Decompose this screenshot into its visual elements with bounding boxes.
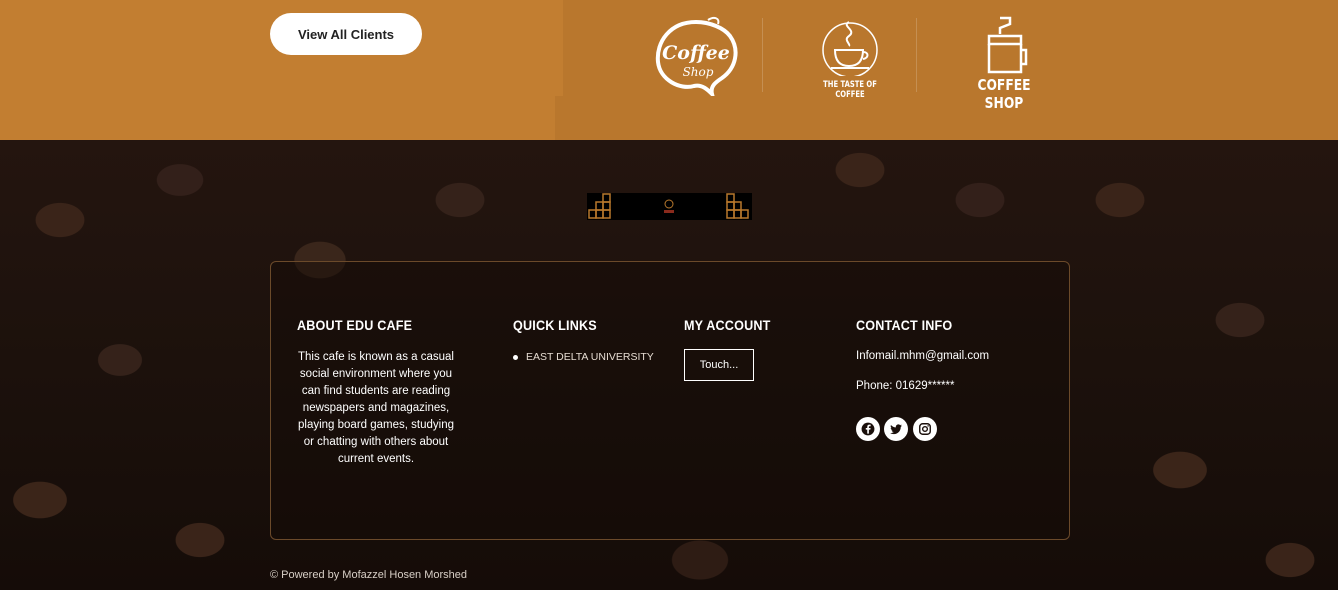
emblem-icon bbox=[587, 193, 752, 220]
contact-email[interactable]: Infomail.mhm@gmail.com bbox=[856, 350, 989, 362]
bullet-icon bbox=[513, 354, 518, 360]
coffee-cup-swirl-icon: Coffee Shop bbox=[655, 16, 738, 101]
about-text: This cafe is known as a casual social en… bbox=[298, 351, 454, 465]
my-account-title: MY ACCOUNT bbox=[684, 317, 771, 333]
instagram-icon[interactable] bbox=[913, 417, 937, 441]
facebook-icon[interactable] bbox=[856, 417, 880, 441]
logo-divider bbox=[762, 18, 763, 92]
taste-of-coffee-logo: THE TASTE OF COFFEE bbox=[805, 16, 895, 100]
band-notch bbox=[555, 96, 563, 140]
logo1-line2: Shop bbox=[683, 65, 714, 79]
logo3-text: COFFEE SHOP bbox=[977, 76, 1031, 112]
touch-button[interactable]: Touch... bbox=[684, 349, 754, 381]
contact-info-title: CONTACT INFO bbox=[856, 317, 953, 333]
quick-link-item[interactable]: EAST DELTA UNIVERSITY bbox=[513, 351, 654, 363]
logo1-line1: Coffee bbox=[662, 42, 730, 64]
quick-links-title: QUICK LINKS bbox=[513, 317, 597, 333]
mug-icon bbox=[987, 16, 1028, 74]
quick-link-label[interactable]: EAST DELTA UNIVERSITY bbox=[526, 351, 654, 363]
contact-phone: Phone: 01629****** bbox=[856, 380, 955, 392]
view-all-clients-button[interactable]: View All Clients bbox=[270, 13, 422, 55]
edu-cafe-emblem bbox=[587, 193, 752, 220]
copyright-text: © Powered by Mofazzel Hosen Morshed bbox=[270, 569, 468, 581]
logo2-text: THE TASTE OF COFFEE bbox=[823, 80, 877, 100]
coffee-shop-logo: Coffee Shop bbox=[650, 16, 742, 101]
steaming-cup-icon bbox=[822, 21, 878, 78]
about-title: ABOUT EDU CAFE bbox=[297, 317, 413, 333]
twitter-icon[interactable] bbox=[884, 417, 908, 441]
coffee-shop-block-logo: COFFEE SHOP bbox=[960, 16, 1050, 112]
logo-divider bbox=[916, 18, 917, 92]
